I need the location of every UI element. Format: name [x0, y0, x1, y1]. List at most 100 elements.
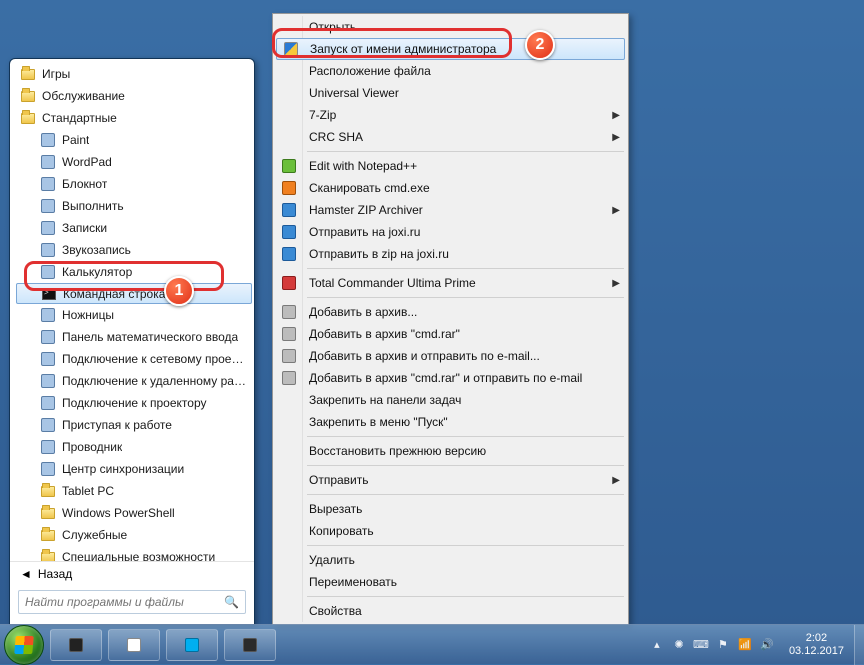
tray-flag-icon[interactable]: ⚑ — [715, 637, 731, 653]
context-item[interactable]: Переименовать — [275, 571, 626, 593]
tray-icon[interactable]: ✺ — [671, 637, 687, 653]
submenu-arrow-icon: ▶ — [612, 110, 620, 121]
start-item[interactable]: Paint — [16, 129, 252, 151]
start-item[interactable]: Выполнить — [16, 195, 252, 217]
start-item-label: Специальные возможности — [62, 550, 215, 561]
orange-icon — [281, 180, 297, 196]
gray-icon — [281, 326, 297, 342]
context-separator — [307, 494, 624, 495]
taskbar-app-3[interactable] — [224, 629, 276, 661]
start-search-box[interactable]: 🔍 — [18, 590, 246, 614]
tray-keyboard-icon[interactable]: ⌨ — [693, 637, 709, 653]
context-item[interactable]: Edit with Notepad++ — [275, 155, 626, 177]
context-item[interactable]: Запуск от имени администратора — [276, 38, 625, 60]
start-item[interactable]: WordPad — [16, 151, 252, 173]
taskbar-app-skype[interactable] — [166, 629, 218, 661]
proj-icon — [40, 395, 56, 411]
app-icon — [69, 638, 83, 652]
context-item[interactable]: Закрепить в меню "Пуск" — [275, 411, 626, 433]
context-item[interactable]: Добавить в архив... — [275, 301, 626, 323]
context-item[interactable]: Отправить в zip на joxi.ru — [275, 243, 626, 265]
start-item-label: Командная строка — [63, 287, 165, 301]
gray-icon — [281, 348, 297, 364]
context-item[interactable]: Total Commander Ultima Prime▶ — [275, 272, 626, 294]
context-item[interactable]: Удалить — [275, 549, 626, 571]
start-item[interactable]: Подключение к проектору — [16, 392, 252, 414]
start-item[interactable]: Командная строка — [16, 283, 252, 304]
start-item[interactable]: Приступая к работе — [16, 414, 252, 436]
start-item[interactable]: Служебные — [16, 524, 252, 546]
back-label: Назад — [38, 567, 72, 581]
tray-network-icon[interactable]: 📶 — [737, 637, 753, 653]
app-icon — [127, 638, 141, 652]
context-separator — [307, 465, 624, 466]
start-item[interactable]: Специальные возможности — [16, 546, 252, 561]
show-desktop-button[interactable] — [854, 625, 864, 665]
context-item[interactable]: Добавить в архив "cmd.rar" и отправить п… — [275, 367, 626, 389]
rdp-icon — [40, 373, 56, 389]
start-item[interactable]: Проводник — [16, 436, 252, 458]
start-item[interactable]: Ножницы — [16, 304, 252, 326]
context-item[interactable]: Расположение файла — [275, 60, 626, 82]
taskbar-clock[interactable]: 2:02 03.12.2017 — [789, 632, 844, 658]
context-item[interactable]: CRC SHA▶ — [275, 126, 626, 148]
start-item[interactable]: Windows PowerShell — [16, 502, 252, 524]
blue-icon — [281, 246, 297, 262]
context-item-label: Копировать — [309, 524, 374, 538]
start-item[interactable]: Центр синхронизации — [16, 458, 252, 480]
start-item[interactable]: Записки — [16, 217, 252, 239]
start-item[interactable]: Подключение к удаленному рабочему столу — [16, 370, 252, 392]
wordpad-icon — [40, 154, 56, 170]
start-item[interactable]: Звукозапись — [16, 239, 252, 261]
context-item[interactable]: Открыть — [275, 16, 626, 38]
back-arrow-icon: ◄ — [20, 567, 32, 581]
context-item[interactable]: Восстановить прежнюю версию — [275, 440, 626, 462]
start-item[interactable]: Стандартные — [16, 107, 252, 129]
start-item-label: Звукозапись — [62, 243, 131, 257]
start-item-label: Приступая к работе — [62, 418, 172, 432]
start-item[interactable]: Блокнот — [16, 173, 252, 195]
start-item-label: Подключение к проектору — [62, 396, 207, 410]
shield-icon — [283, 41, 299, 57]
context-item-label: Hamster ZIP Archiver — [309, 203, 423, 217]
context-item[interactable]: 7-Zip▶ — [275, 104, 626, 126]
tray-chevron-icon[interactable]: ▴ — [649, 637, 665, 653]
calc-icon — [40, 264, 56, 280]
start-menu-back[interactable]: ◄ Назад — [10, 561, 254, 587]
start-item-label: Записки — [62, 221, 107, 235]
context-item[interactable]: Отправить на joxi.ru — [275, 221, 626, 243]
start-menu-list: ИгрыОбслуживаниеСтандартныеPaintWordPadБ… — [10, 59, 254, 561]
search-input[interactable] — [25, 595, 218, 609]
context-item[interactable]: Вырезать — [275, 498, 626, 520]
context-item[interactable]: Свойства — [275, 600, 626, 622]
tray-volume-icon[interactable]: 🔊 — [759, 637, 775, 653]
start-item[interactable]: Обслуживание — [16, 85, 252, 107]
start-item[interactable]: Tablet PC — [16, 480, 252, 502]
run-icon — [40, 198, 56, 214]
context-item-label: Закрепить в меню "Пуск" — [309, 415, 448, 429]
context-item[interactable]: Universal Viewer — [275, 82, 626, 104]
start-item[interactable]: Игры — [16, 63, 252, 85]
start-button[interactable] — [4, 625, 44, 665]
context-item[interactable]: Hamster ZIP Archiver ▶ — [275, 199, 626, 221]
context-item-label: Восстановить прежнюю версию — [309, 444, 486, 458]
cmd-icon — [41, 286, 57, 302]
context-item[interactable]: Копировать — [275, 520, 626, 542]
folder-icon — [20, 110, 36, 126]
gray-icon — [281, 370, 297, 386]
submenu-arrow-icon: ▶ — [612, 132, 620, 143]
context-item[interactable]: Добавить в архив и отправить по e-mail..… — [275, 345, 626, 367]
context-item[interactable]: Закрепить на панели задач — [275, 389, 626, 411]
context-item[interactable]: Отправить▶ — [275, 469, 626, 491]
taskbar-app-1[interactable] — [50, 629, 102, 661]
context-item[interactable]: Сканировать cmd.exe — [275, 177, 626, 199]
submenu-arrow-icon: ▶ — [612, 205, 620, 216]
app-icon — [243, 638, 257, 652]
context-item[interactable]: Добавить в архив "cmd.rar" — [275, 323, 626, 345]
start-item[interactable]: Подключение к сетевому проектору — [16, 348, 252, 370]
context-item-label: Добавить в архив "cmd.rar" и отправить п… — [309, 371, 582, 385]
start-item[interactable]: Панель математического ввода — [16, 326, 252, 348]
start-item[interactable]: Калькулятор — [16, 261, 252, 283]
taskbar-app-2[interactable] — [108, 629, 160, 661]
start-item-label: Центр синхронизации — [62, 462, 184, 476]
